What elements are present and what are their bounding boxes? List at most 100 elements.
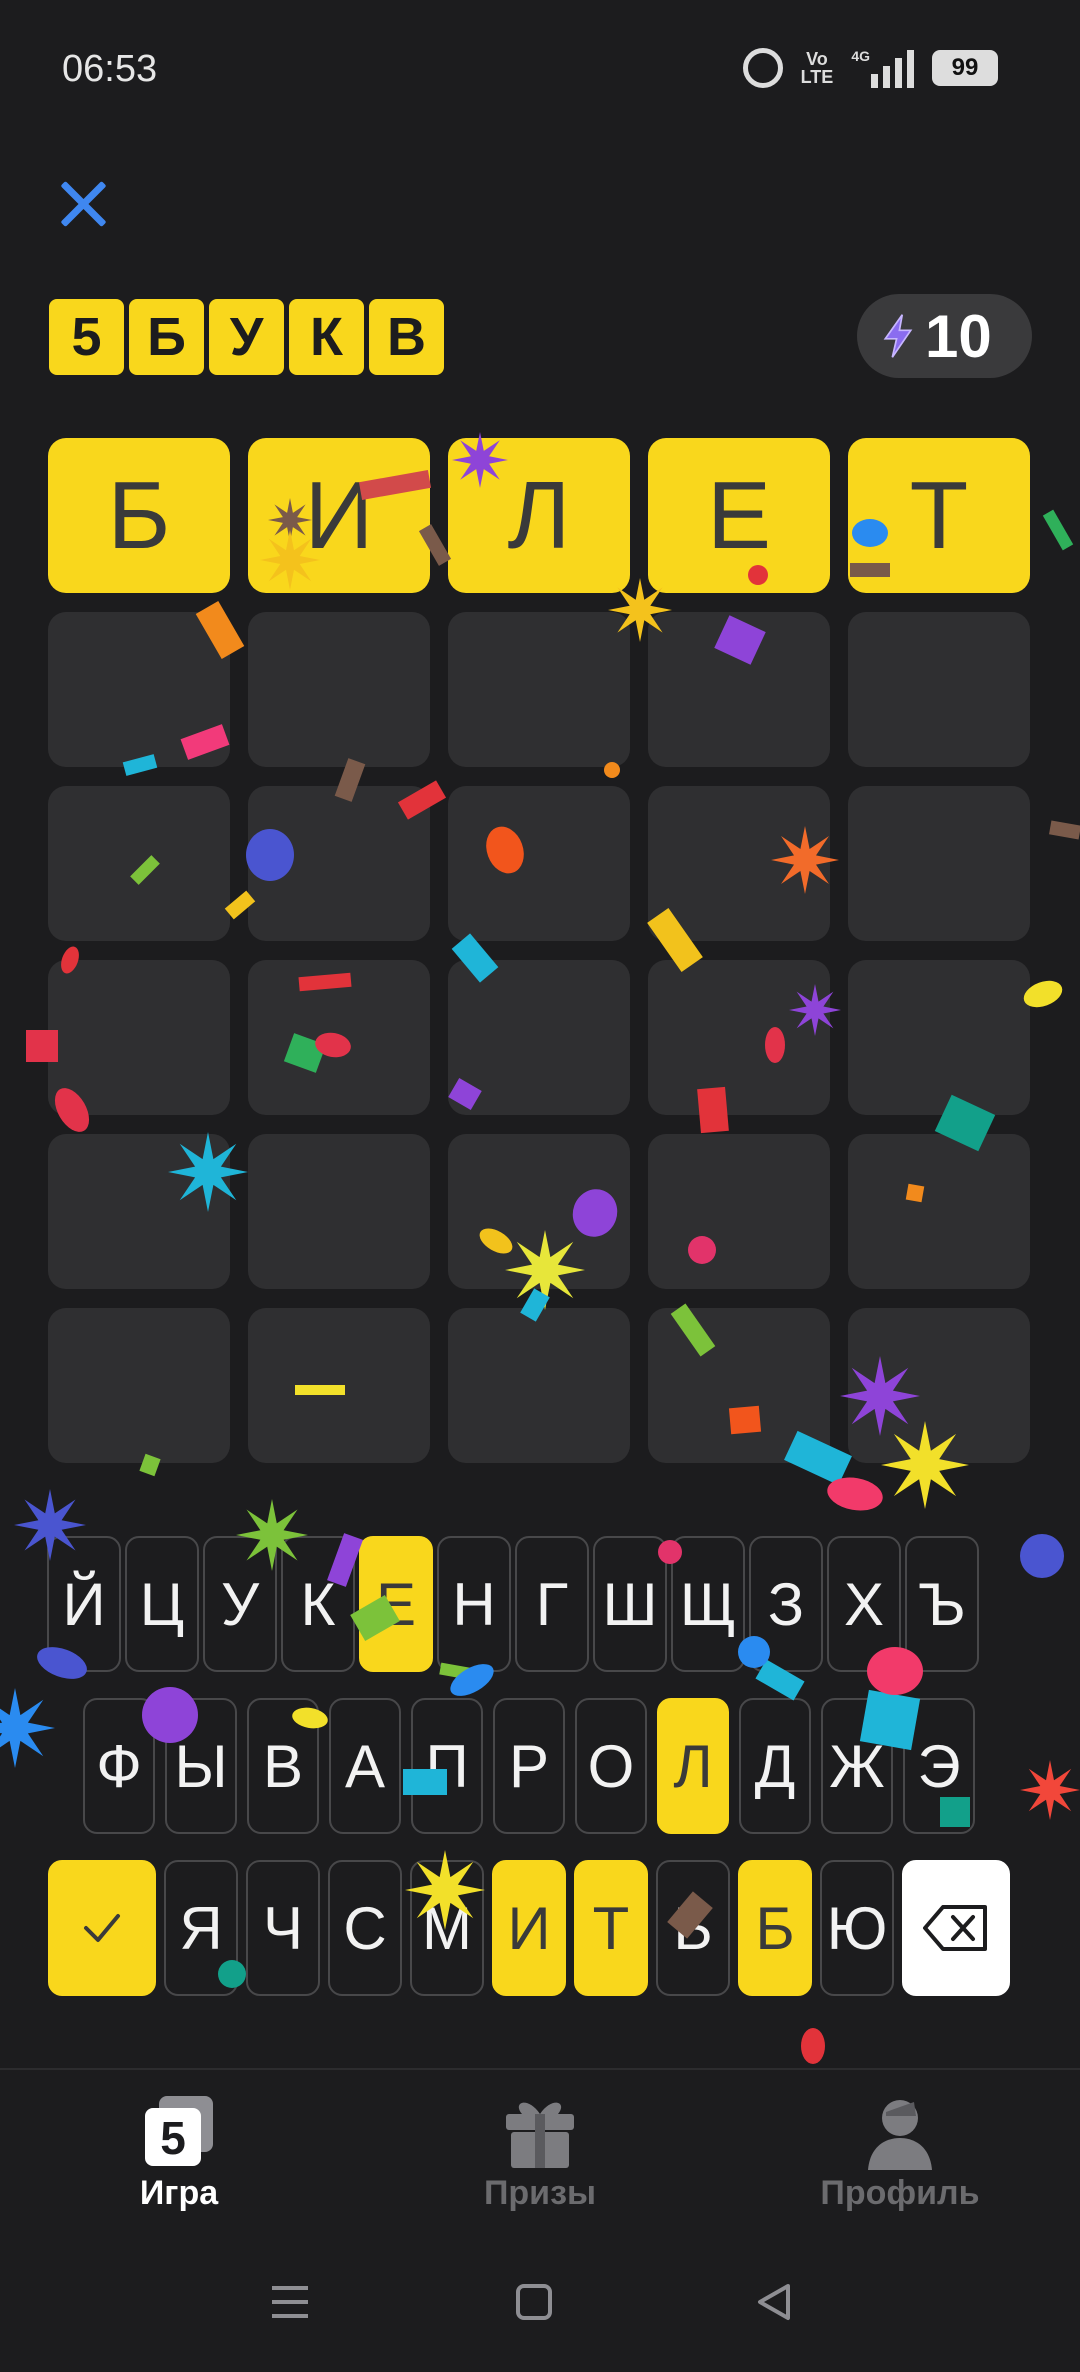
board-tile [248,1308,430,1463]
logo-letter: К [289,299,364,375]
key-Я[interactable]: Я [164,1860,238,1996]
key-Ц[interactable]: Ц [125,1536,199,1672]
key-З[interactable]: З [749,1536,823,1672]
recents-icon[interactable] [268,2280,312,2329]
board-tile [848,1134,1030,1289]
logo-letter: В [369,299,444,375]
key-Б[interactable]: Б [738,1860,812,1996]
board-tile: И [248,438,430,593]
key-Ъ[interactable]: Ъ [905,1536,979,1672]
board-tile [248,612,430,767]
status-bar: 06:53 Vo LTE 4G 99 [0,0,1080,140]
svg-text:5: 5 [160,2112,186,2164]
submit-button[interactable] [48,1860,156,1996]
confetti-piece [0,1688,55,1768]
board-tile [448,612,630,767]
board-tile [648,612,830,767]
confetti-piece [1042,509,1074,551]
close-button[interactable] [56,175,112,231]
lightning-icon [883,314,913,358]
home-icon[interactable] [512,2280,556,2329]
board-tile [48,786,230,941]
confetti-piece [1020,1534,1064,1578]
key-О[interactable]: О [575,1698,647,1834]
status-time: 06:53 [62,48,158,90]
nav-label-profile: Профиль [820,2174,980,2212]
key-П[interactable]: П [411,1698,483,1834]
board-tile [648,960,830,1115]
signal-icon: 4G [851,48,914,88]
board-tile [48,960,230,1115]
key-Н[interactable]: Н [437,1536,511,1672]
energy-value: 10 [925,302,992,370]
key-Й[interactable]: Й [47,1536,121,1672]
key-Р[interactable]: Р [493,1698,565,1834]
key-Д[interactable]: Д [739,1698,811,1834]
key-Ю[interactable]: Ю [820,1860,894,1996]
nav-item-prizes[interactable]: Призы [410,2070,670,2230]
board-tile [848,1308,1030,1463]
game-board: БИЛЕТ [48,438,1030,1463]
board-tile [448,1134,630,1289]
key-А[interactable]: А [329,1698,401,1834]
confetti-piece [1020,1760,1080,1820]
backspace-button[interactable] [902,1860,1010,1996]
board-tile [848,612,1030,767]
gift-icon [502,2094,578,2170]
key-У[interactable]: У [203,1536,277,1672]
key-Ы[interactable]: Ы [165,1698,237,1834]
board-tile: Т [848,438,1030,593]
key-Л[interactable]: Л [657,1698,729,1834]
keyboard-row-2: ФЫВАПРОЛДЖЭ [83,1698,975,1834]
board-tile [648,786,830,941]
nav-item-profile[interactable]: Профиль [770,2070,1030,2230]
key-Е[interactable]: Е [359,1536,433,1672]
key-И[interactable]: И [492,1860,566,1996]
board-tile [448,960,630,1115]
nav-label-prizes: Призы [483,2174,597,2212]
key-В[interactable]: В [247,1698,319,1834]
key-Ш[interactable]: Ш [593,1536,667,1672]
board-tile [48,612,230,767]
key-С[interactable]: С [328,1860,402,1996]
nav-item-game[interactable]: 5 Игра [49,2070,309,2230]
confetti-piece [1049,820,1080,840]
confetti-piece [827,1477,883,1511]
key-Х[interactable]: Х [827,1536,901,1672]
keyboard-row-1: ЙЦУКЕНГШЩЗХЪ [47,1536,979,1672]
bottom-navigation: 5 Игра Призы Профиль [0,2068,1080,2228]
key-Г[interactable]: Г [515,1536,589,1672]
key-Щ[interactable]: Щ [671,1536,745,1672]
logo-letter: У [209,299,284,375]
battery-icon: 99 [932,50,998,86]
game-icon: 5 [139,2094,219,2170]
board-tile [648,1134,830,1289]
nav-label-game: Игра [139,2174,219,2212]
board-tile [448,786,630,941]
checkmark-icon [84,1914,120,1942]
key-Э[interactable]: Э [903,1698,975,1834]
backspace-icon [923,1905,987,1951]
network-type: 4G [851,48,870,64]
board-tile [448,1308,630,1463]
logo-letter: 5 [49,299,124,375]
volte-icon: Vo LTE [800,49,834,87]
board-tile [48,1308,230,1463]
confetti-piece [801,2028,825,2064]
key-Ь[interactable]: Ь [656,1860,730,1996]
key-М[interactable]: М [410,1860,484,1996]
alarm-icon [742,48,783,88]
board-tile [248,786,430,941]
board-tile [248,960,430,1115]
board-tile [248,1134,430,1289]
key-Ф[interactable]: Ф [83,1698,155,1834]
key-Т[interactable]: Т [574,1860,648,1996]
key-Ч[interactable]: Ч [246,1860,320,1996]
profile-icon [862,2094,938,2170]
energy-counter[interactable]: 10 [857,294,1032,378]
key-Ж[interactable]: Ж [821,1698,893,1834]
key-К[interactable]: К [281,1536,355,1672]
board-tile [648,1308,830,1463]
board-tile [848,786,1030,941]
back-icon[interactable] [752,2280,796,2329]
